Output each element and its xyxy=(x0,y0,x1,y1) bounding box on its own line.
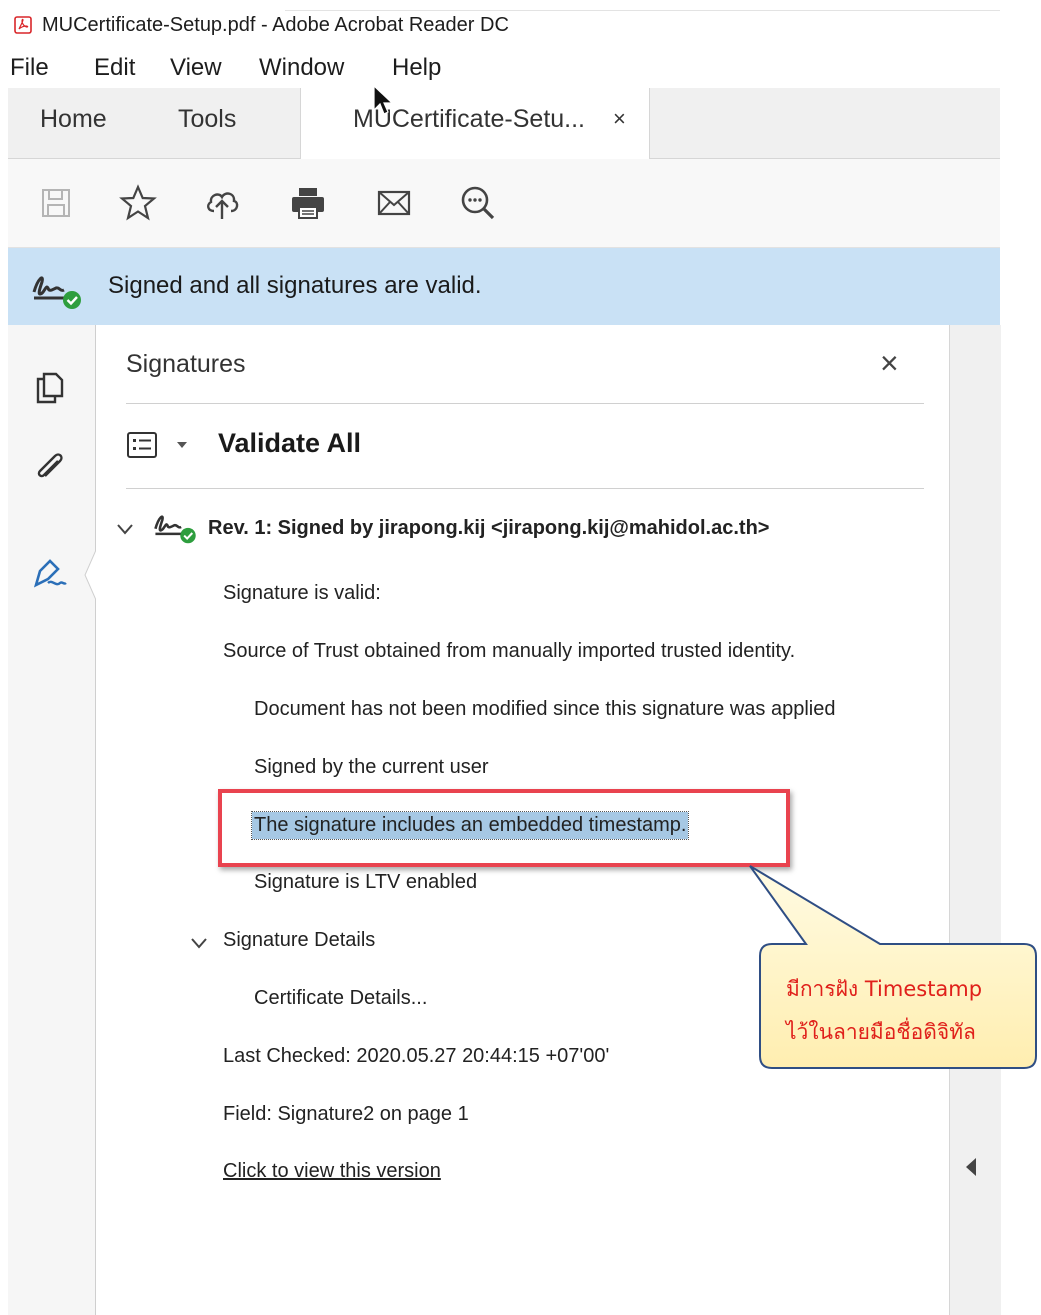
signatures-panel-icon[interactable] xyxy=(30,553,70,593)
validate-all-button[interactable]: Validate All xyxy=(218,428,361,459)
signature-valid-icon xyxy=(154,515,196,544)
tab-home[interactable]: Home xyxy=(40,105,107,134)
print-icon[interactable] xyxy=(288,183,328,223)
menu-file[interactable]: File xyxy=(10,54,49,82)
star-icon[interactable] xyxy=(118,183,158,223)
save-icon[interactable] xyxy=(36,183,76,223)
cloud-upload-icon[interactable] xyxy=(202,183,242,223)
field-location-text: Field: Signature2 on page 1 xyxy=(223,1103,469,1125)
signed-by-current-user-text: Signed by the current user xyxy=(254,756,489,778)
mail-icon[interactable] xyxy=(374,183,414,223)
menu-window[interactable]: Window xyxy=(259,54,344,82)
mouse-cursor-icon xyxy=(373,84,394,115)
window-title: MUCertificate-Setup.pdf - Adobe Acrobat … xyxy=(42,14,509,36)
collapse-pane-arrow-icon[interactable] xyxy=(966,1158,976,1176)
signature-valid-icon xyxy=(32,276,81,309)
right-pane-rail xyxy=(949,325,1001,1315)
signature-revision-item[interactable]: Rev. 1: Signed by jirapong.kij <jirapong… xyxy=(208,517,769,540)
tab-tools[interactable]: Tools xyxy=(178,105,236,134)
page-thumbnails-icon[interactable] xyxy=(30,367,70,407)
not-modified-text: Document has not been modified since thi… xyxy=(254,698,836,720)
tab-document[interactable]: MUCertificate-Setu... × xyxy=(300,88,650,159)
panel-title: Signatures xyxy=(126,350,246,378)
zoom-icon[interactable] xyxy=(458,183,498,223)
highlight-annotation-box xyxy=(218,789,790,867)
menu-edit[interactable]: Edit xyxy=(94,54,135,82)
certificate-details-item[interactable]: Certificate Details... xyxy=(254,987,427,1010)
acrobat-app-icon xyxy=(14,16,32,34)
menu-view[interactable]: View xyxy=(170,54,222,82)
banner-message: Signed and all signatures are valid. xyxy=(108,272,482,299)
callout-line-2: ไว้ในลายมือชื่อดิจิทัล xyxy=(786,1020,976,1044)
divider xyxy=(285,10,1000,11)
menu-bar: File Edit View Window Help xyxy=(0,52,1000,88)
signature-status-banner: Signed and all signatures are valid. xyxy=(8,248,1000,325)
menu-help[interactable]: Help xyxy=(392,54,441,82)
chevron-down-icon[interactable] xyxy=(190,936,208,950)
source-of-trust-text: Source of Trust obtained from manually i… xyxy=(223,640,796,662)
toolbar xyxy=(8,159,1000,248)
ltv-enabled-text: Signature is LTV enabled xyxy=(254,871,478,893)
signature-details-toggle[interactable]: Signature Details xyxy=(223,929,375,952)
view-version-link[interactable]: Click to view this version xyxy=(223,1160,441,1183)
divider xyxy=(126,403,924,404)
chevron-down-icon[interactable] xyxy=(176,441,188,449)
callout-line-1: มีการฝัง Timestamp xyxy=(786,977,983,1001)
left-navigation-rail xyxy=(8,325,96,1315)
panel-close-button[interactable]: × xyxy=(880,345,899,382)
options-list-icon[interactable] xyxy=(126,431,160,459)
attachments-icon[interactable] xyxy=(30,447,70,487)
signature-valid-text: Signature is valid: xyxy=(223,582,381,604)
tab-close-button[interactable]: × xyxy=(613,106,626,132)
last-checked-text: Last Checked: 2020.05.27 20:44:15 +07'00… xyxy=(223,1045,610,1067)
divider xyxy=(126,488,924,489)
active-panel-pointer xyxy=(84,550,96,600)
chevron-down-icon[interactable] xyxy=(116,522,134,536)
